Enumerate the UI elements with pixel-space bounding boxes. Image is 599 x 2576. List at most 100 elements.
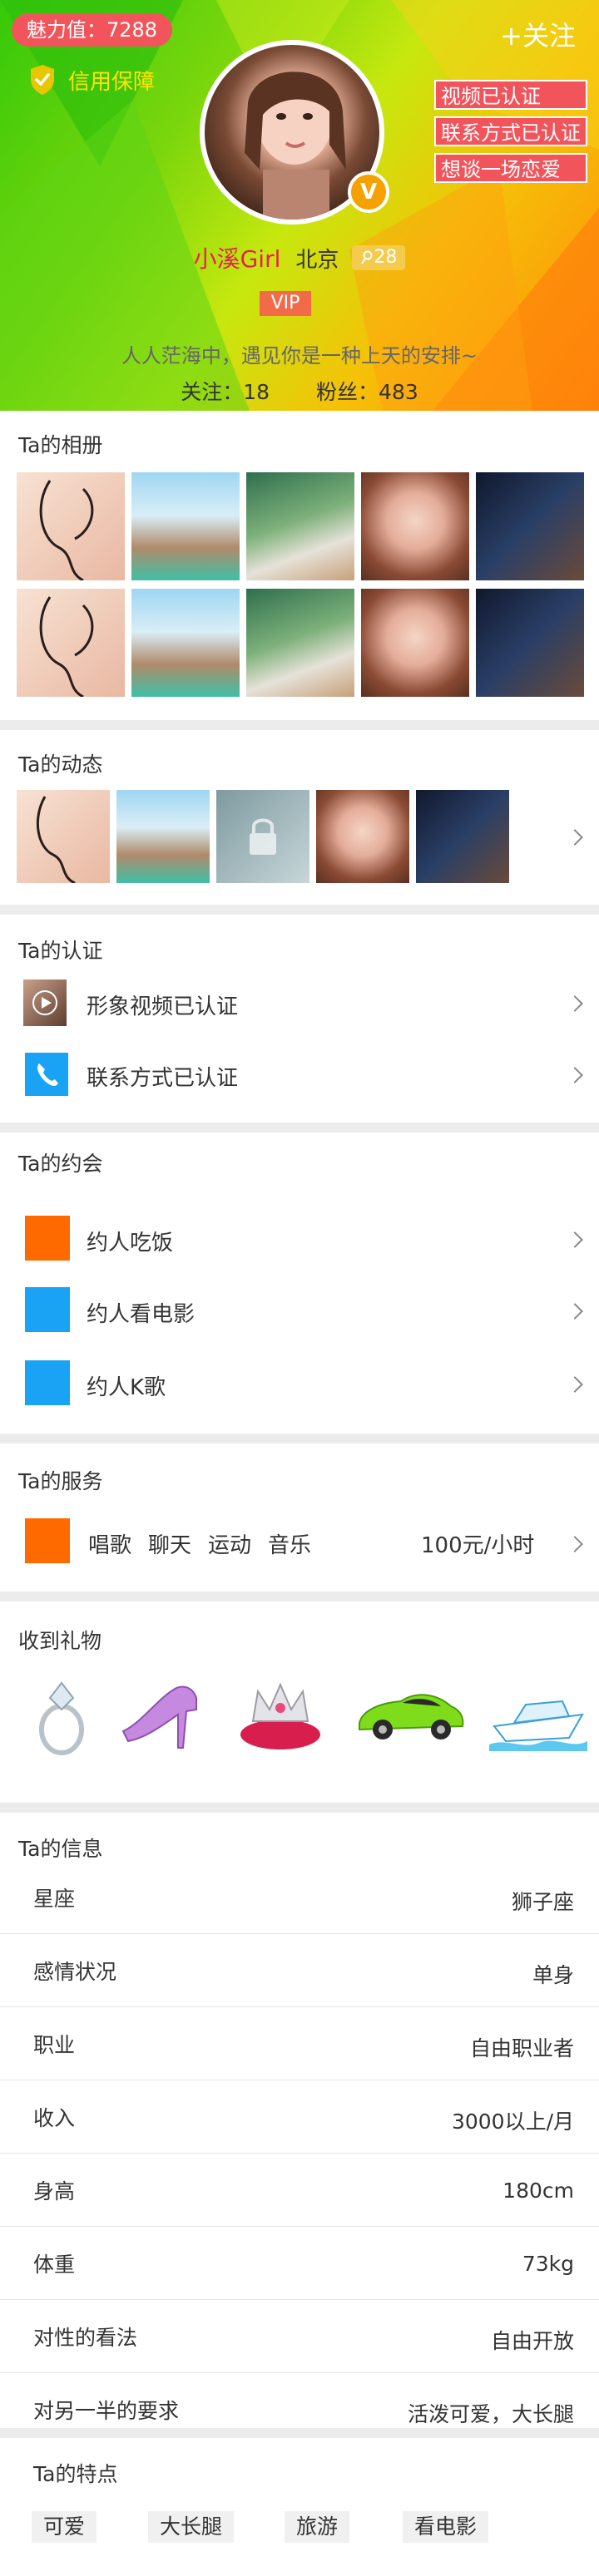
info-key: 对性的看法: [33, 2326, 138, 2350]
trait-tag: 可爱: [32, 2511, 97, 2543]
album-photo[interactable]: [246, 472, 354, 580]
follows-count[interactable]: 关注：18: [181, 376, 270, 406]
album-photo[interactable]: [17, 589, 125, 697]
feed-photo-locked[interactable]: [216, 790, 309, 883]
dates-title: Ta的约会: [18, 1152, 103, 1176]
album-photo[interactable]: [17, 472, 125, 580]
album-photo[interactable]: [361, 472, 469, 580]
info-value: 3000以上/月: [451, 2110, 574, 2134]
trait-tag: 旅游: [285, 2511, 350, 2543]
feed-photo[interactable]: [416, 790, 509, 883]
trait-tag: 看电影: [403, 2511, 489, 2543]
phone-glyph: [37, 1063, 58, 1087]
sports-car-icon: [359, 1694, 464, 1740]
cert-tag-video: 视频已认证: [434, 80, 587, 110]
album-photo[interactable]: [476, 472, 584, 580]
chevron-right-icon[interactable]: [567, 1231, 583, 1248]
album-photo[interactable]: [131, 589, 240, 697]
cert-tag-contact: 联系方式已认证: [434, 116, 587, 146]
chevron-right-icon[interactable]: [567, 1303, 583, 1320]
date-item-label: 约人吃饭: [87, 1231, 174, 1256]
verify-item-label: 联系方式已认证: [87, 1066, 239, 1091]
info-key: 身高: [33, 2179, 76, 2203]
info-key: 收入: [33, 2106, 76, 2130]
verify-item-contact[interactable]: 联系方式已认证: [0, 1046, 599, 1104]
date-item-movie[interactable]: 约人看电影: [0, 1281, 599, 1339]
info-row-relationship: 感情状况 单身: [0, 1934, 599, 2007]
verify-title: Ta的认证: [18, 939, 103, 963]
vip-badge: VIP: [260, 291, 311, 316]
user-motto: 人人茫海中，遇见你是一种上天的安排~: [121, 344, 478, 368]
cert-tags: 视频已认证 联系方式已认证 想谈一场恋爱: [434, 80, 587, 183]
info-value: 180cm: [502, 2179, 574, 2203]
charm-badge: 魅力值：7288: [12, 13, 173, 47]
album-section: Ta的相册: [0, 411, 599, 720]
section-divider: [0, 1803, 599, 1813]
info-key: 对另一半的要求: [33, 2399, 180, 2423]
chevron-right-icon[interactable]: [567, 1067, 583, 1083]
feed-photo[interactable]: [17, 790, 110, 883]
fans-count[interactable]: 粉丝：483: [316, 376, 418, 406]
name-row: 小溪Girl 北京 28: [0, 241, 599, 274]
album-photo[interactable]: [361, 589, 469, 697]
dinner-icon: [25, 1216, 70, 1261]
section-divider: [0, 905, 599, 915]
follow-stats: 关注：18 粉丝：483: [0, 376, 599, 406]
cert-tag-intent: 想谈一场恋爱: [434, 153, 587, 183]
chevron-right-icon[interactable]: [567, 1376, 583, 1393]
shield-check-icon: [31, 65, 54, 95]
gifts-section: 收到礼物: [0, 1601, 599, 1803]
chevron-right-icon[interactable]: [567, 1536, 583, 1552]
info-row-income: 收入 3000以上/月: [0, 2080, 599, 2154]
verified-v-badge: V: [348, 171, 389, 213]
album-photo[interactable]: [476, 589, 584, 697]
album-title: Ta的相册: [18, 433, 103, 457]
feed-title: Ta的动态: [18, 753, 103, 777]
trait-tag: 大长腿: [148, 2511, 235, 2543]
date-item-dinner[interactable]: 约人吃饭: [0, 1209, 599, 1267]
age-value: 28: [374, 247, 398, 268]
service-item[interactable]: 唱歌 聊天 运动 音乐 100元/小时: [0, 1512, 599, 1570]
info-row-zodiac: 星座 狮子座: [0, 1861, 599, 1934]
gifts-title: 收到礼物: [18, 1629, 102, 1653]
follow-button[interactable]: +关注: [500, 15, 576, 53]
feed-photo[interactable]: [316, 790, 409, 883]
verify-item-label: 形象视频已认证: [87, 994, 239, 1019]
feed-photo[interactable]: [116, 790, 210, 883]
sketch-figure: [39, 596, 94, 697]
video-thumb: [23, 980, 67, 1026]
avatar[interactable]: V: [200, 40, 389, 225]
sketch-figure: [39, 480, 94, 580]
info-value: 自由职业者: [469, 2036, 574, 2060]
crown-icon: [240, 1682, 320, 1749]
info-value: 活泼可爱，大长腿: [407, 2402, 574, 2426]
ring-icon: [39, 1681, 84, 1755]
info-title: Ta的信息: [18, 1837, 103, 1861]
credit-guarantee[interactable]: 信用保障: [28, 62, 155, 98]
info-section: Ta的信息 星座 狮子座 感情状况 单身 职业 自由职业者 收入 3000以上/…: [0, 1813, 599, 2428]
chevron-right-icon[interactable]: [567, 829, 583, 846]
section-divider: [0, 720, 599, 730]
section-divider: [0, 1123, 599, 1133]
guarantee-label: 信用保障: [68, 69, 156, 95]
info-value: 自由开放: [490, 2329, 574, 2353]
info-row-weight: 体重 73kg: [0, 2227, 599, 2300]
date-item-karaoke[interactable]: 约人K歌: [0, 1354, 599, 1412]
service-tag: 唱歌: [88, 1533, 132, 1558]
album-photo[interactable]: [131, 472, 240, 580]
service-title: Ta的服务: [18, 1469, 103, 1493]
karaoke-icon: [25, 1360, 70, 1405]
female-icon: [361, 250, 373, 264]
album-photo[interactable]: [246, 589, 354, 697]
play-icon: [32, 990, 57, 1015]
chevron-right-icon[interactable]: [567, 995, 583, 1012]
sketch-figure: [36, 796, 76, 883]
phone-icon: [25, 1053, 68, 1096]
high-heel-icon: [121, 1685, 197, 1749]
traits-section: Ta的特点: [0, 2438, 599, 2576]
info-row-views: 对性的看法 自由开放: [0, 2300, 599, 2373]
feed-section[interactable]: Ta的动态: [0, 730, 599, 905]
section-divider: [0, 1591, 599, 1601]
info-value: 单身: [532, 1963, 574, 1987]
verify-item-video[interactable]: 形象视频已认证: [0, 975, 599, 1033]
